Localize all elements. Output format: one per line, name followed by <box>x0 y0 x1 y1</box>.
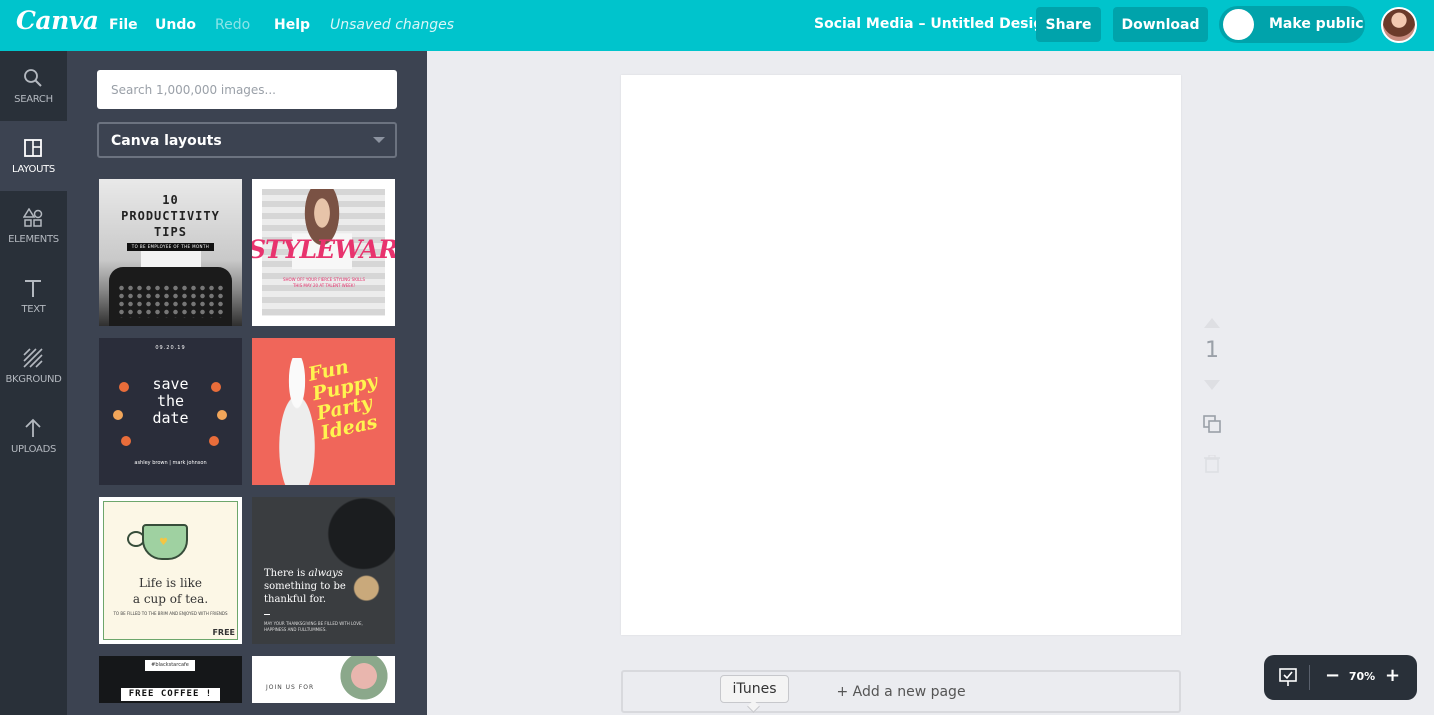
thumb-text: TO BE EMPLOYEE OF THE MONTH <box>127 243 214 251</box>
thumb-text: something to be <box>264 581 346 592</box>
image-search-input[interactable] <box>97 70 397 109</box>
sidebar-item-text[interactable]: TEXT <box>0 261 67 331</box>
sidebar-item-background[interactable]: BKGROUND <box>0 331 67 401</box>
sidebar-item-uploads[interactable]: UPLOADS <box>0 401 67 471</box>
sidebar-rail: SEARCH LAYOUTS ELEMENTS TEXT BKGROUND UP… <box>0 51 67 715</box>
sidebar-item-elements[interactable]: ELEMENTS <box>0 191 67 261</box>
thumb-text: Life is like <box>138 576 203 590</box>
layout-thumb-productivity[interactable]: 10 PRODUCTIVITY TIPS TO BE EMPLOYEE OF T… <box>99 179 242 326</box>
thumb-text: MAY YOUR THANKSGIVING BE FILLED WITH LOV… <box>264 621 363 632</box>
sidebar-item-search[interactable]: SEARCH <box>0 51 67 121</box>
thumb-text: PRODUCTIVITY <box>121 209 220 223</box>
save-status: Unsaved changes <box>330 17 455 33</box>
thumb-text-block: There is always something to be thankful… <box>264 567 364 606</box>
duplicate-page-icon[interactable] <box>1202 414 1222 434</box>
top-bar: Canva File Undo Redo Help Unsaved change… <box>0 0 1434 51</box>
page-number: 1 <box>1205 338 1219 363</box>
zoom-in-button[interactable]: + <box>1385 665 1400 686</box>
thumb-text: date <box>152 409 189 427</box>
zoom-level[interactable]: 70% <box>1344 670 1380 683</box>
layout-thumb-cup-of-tea[interactable]: ♥ Life is like a cup of tea. TO BE FILLE… <box>99 497 242 644</box>
layouts-icon <box>24 139 42 157</box>
design-page[interactable] <box>621 75 1181 635</box>
thumb-frame <box>103 501 238 640</box>
flower-decoration <box>121 436 131 446</box>
download-button[interactable]: Download <box>1113 7 1208 42</box>
thumb-text: JOIN US FOR <box>266 684 315 691</box>
zoom-out-button[interactable]: − <box>1325 665 1340 686</box>
heart-icon: ♥ <box>159 537 168 548</box>
thumb-text: save <box>152 375 189 393</box>
sidebar-item-label: BKGROUND <box>5 374 62 385</box>
layout-thumb-join-us[interactable]: JOIN US FOR <box>252 656 395 703</box>
thumb-text: TIPS <box>154 225 187 239</box>
search-icon <box>24 69 42 87</box>
thumb-text-block: Fun Puppy Party Ideas <box>306 349 395 445</box>
flower-decoration <box>209 436 219 446</box>
background-icon <box>23 348 43 368</box>
thumb-text-emphasis: always <box>308 568 343 579</box>
thumb-text: a cup of tea. <box>132 592 209 606</box>
dropdown-value: Canva layouts <box>111 133 222 149</box>
zoom-controls: − 70% + <box>1264 655 1417 700</box>
divider <box>1309 665 1310 690</box>
layout-thumb-save-the-date[interactable]: 09.20.19 save the date ashley brown | ma… <box>99 338 242 485</box>
layout-thumb-stylewars[interactable]: STYLEWARS SHOW OFF YOUR FIERCE STYLING S… <box>252 179 395 326</box>
delete-page-icon[interactable] <box>1204 455 1220 473</box>
sidebar-item-label: ELEMENTS <box>8 234 59 245</box>
thumb-text: 09.20.19 <box>155 345 186 351</box>
add-page-button[interactable]: + Add a new page <box>621 670 1181 713</box>
sidebar-item-label: TEXT <box>21 304 46 315</box>
thumb-text-block: Life is like a cup of tea. <box>99 575 242 607</box>
move-page-up-icon[interactable] <box>1204 318 1220 328</box>
share-button[interactable]: Share <box>1036 7 1101 42</box>
design-title[interactable]: Social Media – Untitled Design <box>814 16 1053 32</box>
sidebar-item-label: LAYOUTS <box>12 164 55 175</box>
make-public-toggle[interactable]: Make public <box>1219 6 1365 43</box>
move-page-down-icon[interactable] <box>1204 380 1220 390</box>
free-badge: FREE <box>212 628 235 637</box>
sidebar-item-label: SEARCH <box>14 94 53 105</box>
thumb-text: TO BE FILLED TO THE BRIM AND ENJOYED WIT… <box>113 611 228 616</box>
sidebar-item-layouts[interactable]: LAYOUTS <box>0 121 67 191</box>
redo-button[interactable]: Redo <box>215 17 250 33</box>
thumb-text: STYLEWARS <box>252 235 395 264</box>
shapes-icon <box>23 208 43 227</box>
typewriter-keys <box>117 284 224 318</box>
thumb-text: There is <box>264 568 309 579</box>
chevron-down-icon <box>373 137 385 143</box>
thumb-text: FREE COFFEE ! <box>121 688 220 701</box>
canva-logo[interactable]: Canva <box>16 6 99 35</box>
file-menu[interactable]: File <box>109 17 138 33</box>
present-icon[interactable] <box>1278 667 1298 687</box>
upload-icon <box>25 418 41 437</box>
text-icon <box>25 280 41 297</box>
thumb-text: 10 <box>162 193 179 207</box>
user-avatar[interactable] <box>1381 7 1417 43</box>
toggle-knob <box>1223 9 1254 40</box>
tooltip: iTunes <box>720 675 789 703</box>
thumb-text: thankful for. <box>264 594 327 605</box>
undo-button[interactable]: Undo <box>155 17 196 33</box>
layout-thumb-puppy-party[interactable]: Fun Puppy Party Ideas <box>252 338 395 485</box>
thumb-text: #blackstarcafe <box>145 660 195 671</box>
layout-thumb-thankful[interactable]: There is always something to be thankful… <box>252 497 395 644</box>
make-public-label: Make public <box>1269 16 1364 32</box>
layout-thumb-free-coffee[interactable]: #blackstarcafe FREE COFFEE ! <box>99 656 242 703</box>
thumb-text: SHOW OFF YOUR FIERCE STYLING SKILLS THIS… <box>282 277 365 288</box>
sidebar-item-label: UPLOADS <box>10 444 57 455</box>
divider <box>264 614 270 615</box>
thumb-text: ashley brown | mark johnson <box>134 460 207 466</box>
layout-source-dropdown[interactable]: Canva layouts <box>97 122 397 158</box>
layouts-panel: Canva layouts 10 PRODUCTIVITY TIPS TO BE… <box>67 51 427 715</box>
flower-illustration <box>334 656 394 703</box>
thumb-text: the <box>156 392 185 410</box>
help-menu[interactable]: Help <box>274 17 310 33</box>
thumb-text-block: save the date <box>99 376 242 427</box>
